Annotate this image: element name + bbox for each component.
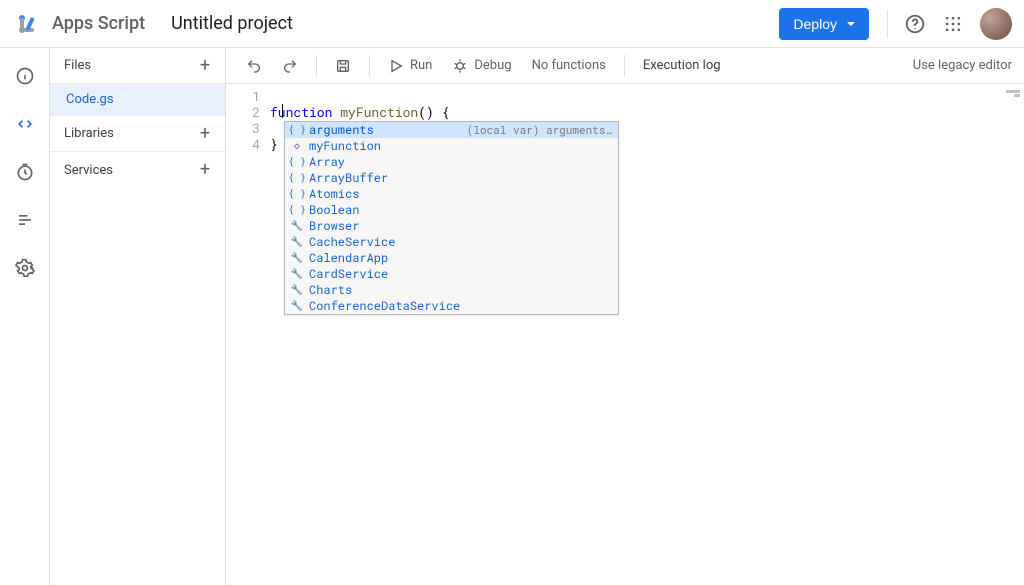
autocomplete-item[interactable]: { } Array (285, 154, 618, 170)
file-item-code-gs[interactable]: Code.gs (50, 84, 225, 116)
autocomplete-item[interactable]: { } arguments (local var) arguments… (285, 122, 618, 138)
run-label: Run (410, 58, 432, 73)
autocomplete-label: arguments (309, 122, 374, 138)
divider (316, 55, 317, 77)
autocomplete-label: Browser (309, 218, 359, 234)
autocomplete-item[interactable]: ◇ myFunction (285, 138, 618, 154)
autocomplete-label: ConferenceDataService (309, 298, 460, 314)
var-suggestion-icon: { } (291, 172, 303, 184)
project-title[interactable]: Untitled project (171, 13, 293, 34)
overview-icon[interactable] (11, 62, 39, 90)
var-suggestion-icon: { } (291, 188, 303, 200)
autocomplete-item[interactable]: 🔧 ConferenceDataService (285, 298, 618, 314)
sidebar-services-header: Services + (50, 152, 225, 188)
autocomplete-label: Array (309, 154, 345, 170)
editor-toolbar: Run Debug No functions Execution log Use… (226, 48, 1024, 84)
token-punc: () { (418, 103, 449, 121)
divider (624, 55, 625, 77)
sidebar-services-label: Services (64, 163, 113, 178)
token-punc: } (270, 135, 278, 153)
autocomplete-label: CardService (309, 266, 388, 282)
settings-icon[interactable] (11, 254, 39, 282)
use-legacy-editor-link[interactable]: Use legacy editor (913, 58, 1012, 73)
sidebar-files-label: Files (64, 58, 91, 73)
code-body[interactable]: function myFunction() { } { }arguments(l… (270, 84, 1024, 585)
app-header: Apps Script Untitled project Deploy (0, 0, 1024, 48)
help-icon[interactable] (904, 13, 926, 35)
executions-icon[interactable] (11, 206, 39, 234)
svc-suggestion-icon: 🔧 (291, 220, 303, 232)
autocomplete-label: Boolean (309, 202, 359, 218)
autocomplete-label: CacheService (309, 234, 395, 250)
left-rail (0, 48, 50, 585)
sidebar-files-header: Files + (50, 48, 225, 84)
autocomplete-label: Charts (309, 282, 352, 298)
svc-suggestion-icon: 🔧 (291, 252, 303, 264)
undo-button[interactable] (238, 52, 270, 80)
token-keyword: function (270, 103, 332, 121)
autocomplete-popup[interactable]: { } arguments (local var) arguments… ◇ myFun… (284, 121, 619, 315)
var-suggestion-icon: { } (291, 124, 303, 136)
execution-log-button[interactable]: Execution log (635, 52, 729, 80)
add-library-button[interactable]: + (195, 124, 215, 144)
var-suggestion-icon: { } (291, 204, 303, 216)
autocomplete-item[interactable]: 🔧 Charts (285, 282, 618, 298)
deploy-button[interactable]: Deploy (779, 8, 869, 40)
autocomplete-detail: (local var) arguments… (467, 122, 612, 138)
deploy-button-label: Deploy (793, 16, 837, 32)
svc-suggestion-icon: 🔧 (291, 268, 303, 280)
editor-icon[interactable] (11, 110, 39, 138)
apps-script-logo-icon (16, 12, 40, 36)
redo-button[interactable] (274, 52, 306, 80)
fn-suggestion-icon: ◇ (291, 140, 303, 152)
header-icons (887, 8, 1012, 40)
brand-cluster: Apps Script (16, 12, 145, 36)
debug-button[interactable]: Debug (444, 52, 519, 80)
autocomplete-label: ArrayBuffer (309, 170, 388, 186)
autocomplete-label: Atomics (309, 186, 359, 202)
chevron-down-icon (847, 22, 855, 26)
debug-label: Debug (474, 58, 511, 73)
autocomplete-label: myFunction (309, 138, 381, 154)
autocomplete-item[interactable]: 🔧 CacheService (285, 234, 618, 250)
account-avatar[interactable] (980, 8, 1012, 40)
triggers-icon[interactable] (11, 158, 39, 186)
line-number: 2 (226, 104, 260, 120)
function-picker-label: No functions (532, 58, 606, 73)
brand-label: Apps Script (52, 13, 145, 34)
autocomplete-label: CalendarApp (309, 250, 388, 266)
autocomplete-item[interactable]: { } ArrayBuffer (285, 170, 618, 186)
autocomplete-item[interactable]: 🔧 CardService (285, 266, 618, 282)
autocomplete-item[interactable]: { } Boolean (285, 202, 618, 218)
file-sidebar: Files + Code.gs Libraries + Services + (50, 48, 226, 585)
svc-suggestion-icon: 🔧 (291, 284, 303, 296)
code-editor[interactable]: 1234 function myFunction() { } { }argume… (226, 84, 1024, 585)
autocomplete-item[interactable]: 🔧 CalendarApp (285, 250, 618, 266)
svc-suggestion-icon: 🔧 (291, 300, 303, 312)
line-number: 4 (226, 136, 260, 152)
minimap-icon (1014, 94, 1020, 97)
text-caret (282, 104, 283, 118)
var-suggestion-icon: { } (291, 156, 303, 168)
sidebar-libraries-label: Libraries (64, 126, 114, 141)
divider (887, 10, 888, 38)
add-file-button[interactable]: + (195, 56, 215, 76)
line-number: 3 (226, 120, 260, 136)
add-service-button[interactable]: + (195, 160, 215, 180)
apps-grid-icon[interactable] (942, 13, 964, 35)
divider (369, 55, 370, 77)
minimap-icon (1006, 90, 1020, 93)
function-picker[interactable]: No functions (524, 52, 614, 80)
svc-suggestion-icon: 🔧 (291, 236, 303, 248)
sidebar-libraries-header: Libraries + (50, 116, 225, 152)
run-button[interactable]: Run (380, 52, 440, 80)
line-gutter: 1234 (226, 84, 270, 585)
token-function-name: myFunction (332, 103, 418, 121)
save-button[interactable] (327, 52, 359, 80)
execution-log-label: Execution log (643, 58, 721, 73)
line-number: 1 (226, 88, 260, 104)
autocomplete-item[interactable]: 🔧 Browser (285, 218, 618, 234)
autocomplete-item[interactable]: { } Atomics (285, 186, 618, 202)
